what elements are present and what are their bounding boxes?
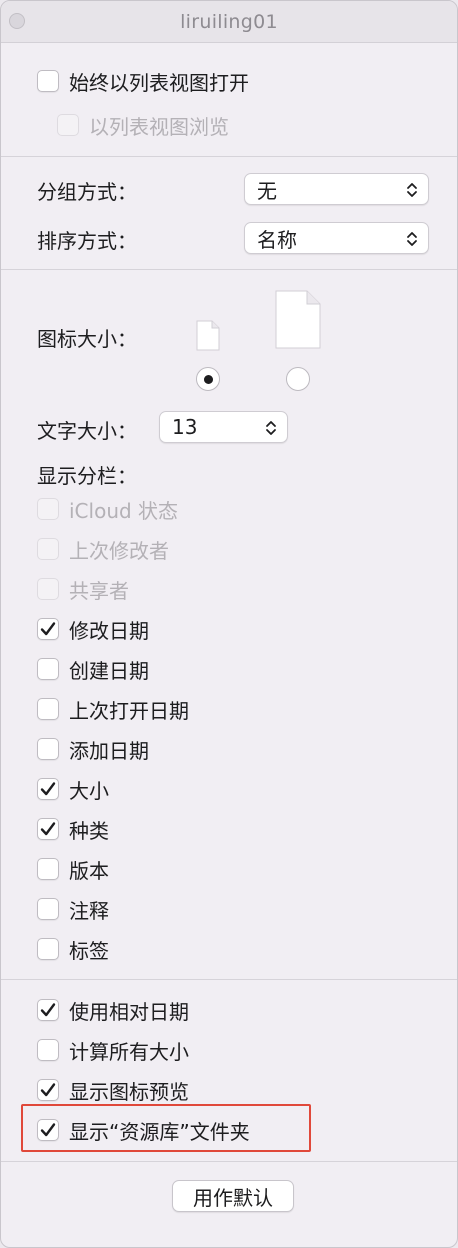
column-checkbox[interactable] [37, 738, 59, 760]
column-checkbox [37, 578, 59, 600]
always-list-view-label: 始终以列表视图打开 [69, 70, 249, 95]
column-checkbox[interactable] [37, 658, 59, 680]
up-down-chevron-icon [266, 421, 276, 435]
column-label: 共享者 [69, 578, 129, 603]
column-checkbox[interactable] [37, 778, 59, 800]
option-checkbox-row[interactable]: 使用相对日期 [37, 996, 189, 1024]
column-checkbox-row[interactable]: 修改日期 [37, 615, 149, 643]
column-checkbox-row[interactable]: 添加日期 [37, 735, 149, 763]
column-checkbox-row[interactable]: 版本 [37, 855, 109, 883]
column-label: 大小 [69, 778, 109, 803]
radio-dot [203, 374, 213, 384]
column-checkbox[interactable] [37, 698, 59, 720]
always-list-view-checkbox[interactable] [37, 70, 59, 92]
column-label: 版本 [69, 858, 109, 883]
divider [1, 979, 457, 980]
option-checkbox[interactable] [37, 1079, 59, 1101]
text-size-value: 13 [172, 415, 198, 439]
column-checkbox-row[interactable]: 标签 [37, 935, 109, 963]
sort-by-label: 排序方式： [37, 229, 137, 253]
group-by-select[interactable]: 无 [244, 173, 429, 205]
column-checkbox[interactable] [37, 938, 59, 960]
up-down-chevron-icon [407, 183, 417, 197]
view-options-window: liruiling01 始终以列表视图打开 以列表视图浏览 分组方式： 无 排序… [0, 0, 458, 1248]
column-checkbox-row[interactable]: 大小 [37, 775, 109, 803]
sort-by-value: 名称 [257, 227, 297, 252]
column-label: 修改日期 [69, 618, 149, 643]
column-label: 种类 [69, 818, 109, 843]
icon-size-label: 图标大小： [37, 327, 137, 351]
column-checkbox-row: 共享者 [37, 575, 129, 603]
column-checkbox[interactable] [37, 618, 59, 640]
browse-list-view-checkbox [57, 114, 79, 136]
column-checkbox[interactable] [37, 858, 59, 880]
column-checkbox-row[interactable]: 上次打开日期 [37, 695, 189, 723]
divider [1, 269, 457, 270]
up-down-chevron-icon [407, 232, 417, 246]
group-by-value: 无 [257, 178, 277, 203]
small-document-icon[interactable] [196, 320, 220, 351]
option-label: 计算所有大小 [69, 1039, 189, 1064]
column-label: iCloud 状态 [69, 498, 179, 523]
column-label: 上次修改者 [69, 538, 169, 563]
column-checkbox-row[interactable]: 创建日期 [37, 655, 149, 683]
checkmark-icon [40, 1083, 56, 1097]
use-as-defaults-button[interactable]: 用作默认 [172, 1180, 294, 1212]
column-label: 标签 [69, 938, 109, 963]
column-checkbox [37, 538, 59, 560]
text-size-select[interactable]: 13 [159, 411, 288, 443]
always-list-view-checkbox-row[interactable]: 始终以列表视图打开 [37, 67, 249, 95]
column-checkbox-row: iCloud 状态 [37, 495, 178, 523]
column-checkbox-row: 上次修改者 [37, 535, 169, 563]
title-bar: liruiling01 [1, 1, 457, 43]
annotation-highlight-box [21, 1104, 311, 1152]
large-document-icon[interactable] [275, 290, 321, 349]
option-label: 显示图标预览 [69, 1079, 189, 1104]
column-checkbox[interactable] [37, 898, 59, 920]
column-label: 注释 [69, 898, 109, 923]
column-label: 创建日期 [69, 658, 149, 683]
show-columns-label: 显示分栏： [37, 464, 137, 488]
group-by-label: 分组方式： [37, 180, 137, 204]
column-checkbox [37, 498, 59, 520]
text-size-label: 文字大小： [37, 419, 137, 443]
browse-list-view-checkbox-row: 以列表视图浏览 [57, 111, 229, 139]
divider [1, 1161, 457, 1162]
option-label: 使用相对日期 [69, 999, 189, 1024]
option-checkbox-row[interactable]: 显示图标预览 [37, 1076, 189, 1104]
column-label: 上次打开日期 [69, 698, 189, 723]
checkmark-icon [40, 822, 56, 836]
icon-size-large-radio[interactable] [286, 367, 310, 391]
divider [1, 156, 457, 157]
column-checkbox-row[interactable]: 注释 [37, 895, 109, 923]
browse-list-view-label: 以列表视图浏览 [89, 114, 229, 139]
column-checkbox-row[interactable]: 种类 [37, 815, 109, 843]
checkmark-icon [40, 622, 56, 636]
window-title: liruiling01 [180, 11, 278, 33]
column-checkbox[interactable] [37, 818, 59, 840]
checkmark-icon [40, 1003, 56, 1017]
checkmark-icon [40, 782, 56, 796]
option-checkbox[interactable] [37, 1039, 59, 1061]
option-checkbox-row[interactable]: 计算所有大小 [37, 1036, 189, 1064]
icon-size-small-radio[interactable] [196, 367, 220, 391]
column-label: 添加日期 [69, 738, 149, 763]
option-checkbox[interactable] [37, 999, 59, 1021]
sort-by-select[interactable]: 名称 [244, 222, 429, 254]
